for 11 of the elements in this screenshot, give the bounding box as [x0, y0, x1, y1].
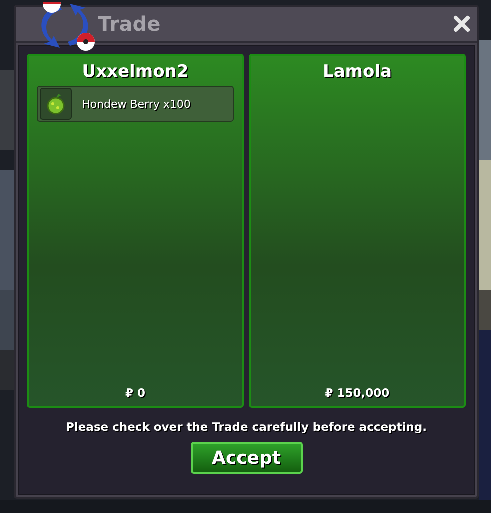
trainer-name: Uxxelmon2 [81, 62, 190, 82]
window-title: Trade [98, 12, 162, 36]
close-icon[interactable] [453, 15, 471, 33]
item-slot[interactable]: Hondew Berry x100 [37, 86, 234, 122]
berry-icon [46, 93, 66, 115]
money-amount: ₽ 150,000 [324, 386, 391, 400]
trainer-name: Lamola [322, 62, 393, 82]
accept-button[interactable]: Accept [190, 442, 302, 474]
money-amount: ₽ 0 [124, 386, 146, 400]
item-label: Hondew Berry x100 [82, 98, 191, 110]
notice-text: Please check over the Trade carefully before accepting. [66, 420, 427, 434]
